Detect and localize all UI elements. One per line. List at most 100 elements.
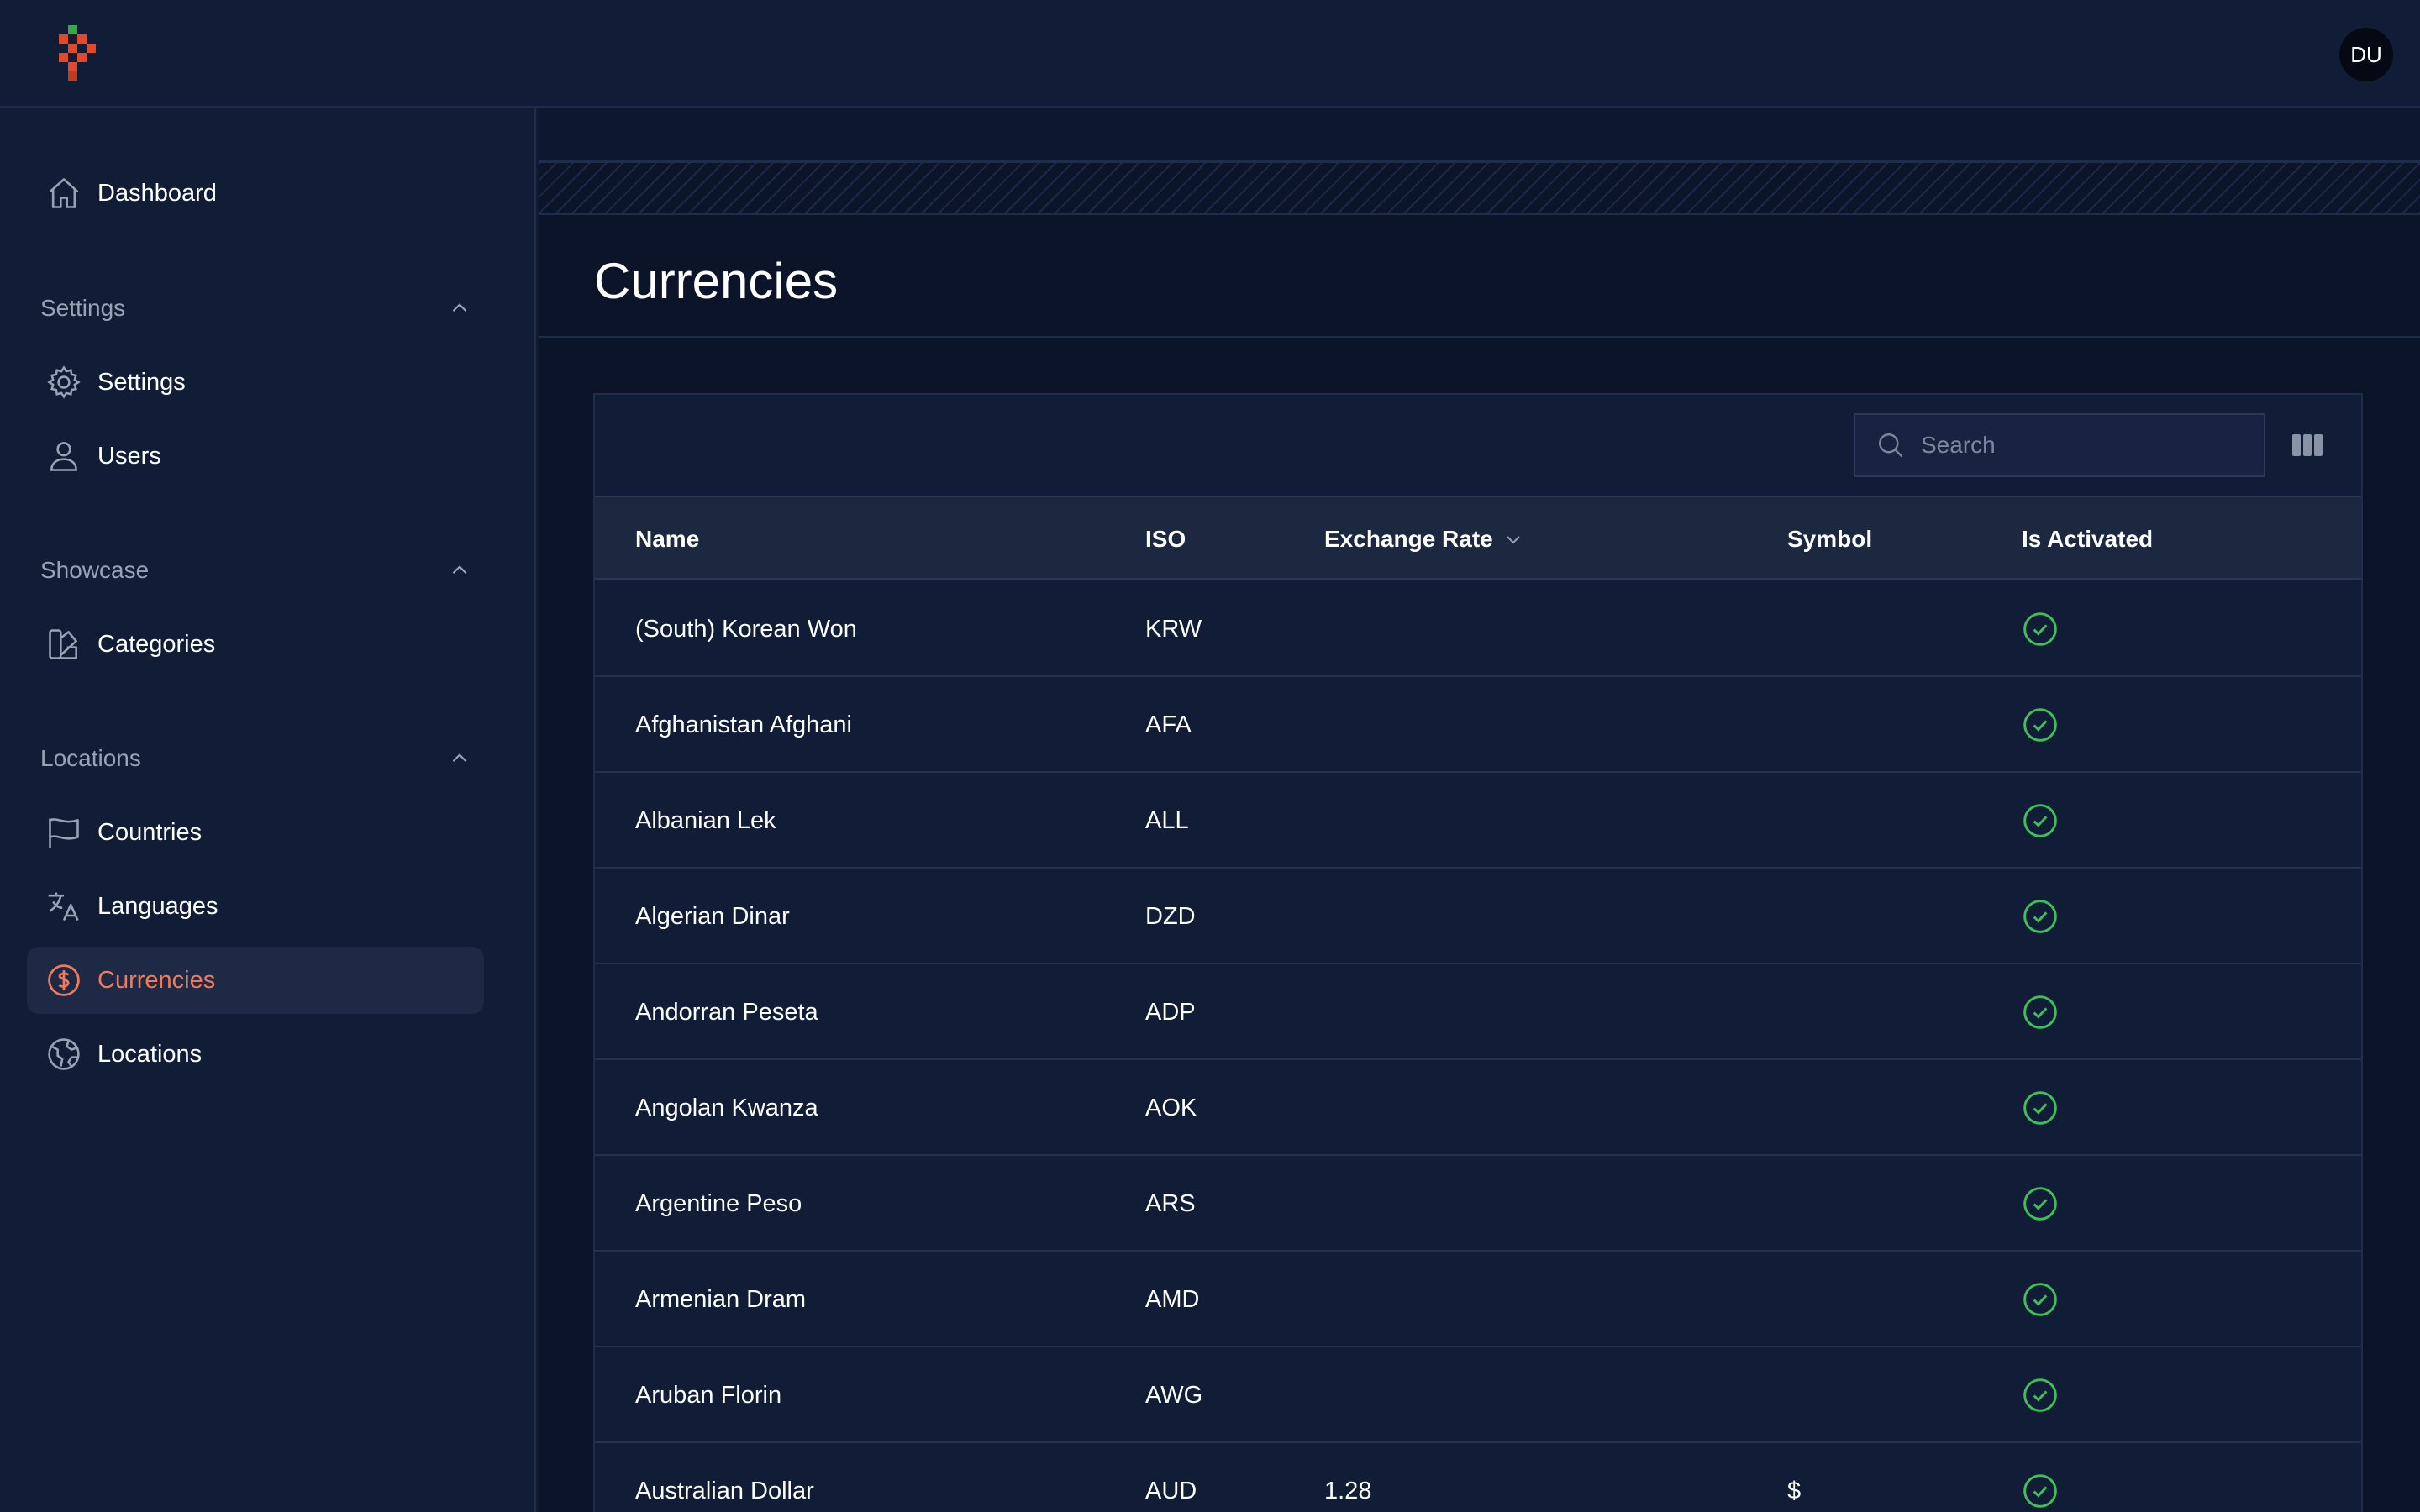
- column-header-label: Is Activated: [2022, 526, 2154, 552]
- cell-iso: ALL: [1145, 806, 1189, 834]
- table-row[interactable]: Argentine Peso ARS: [595, 1156, 2361, 1252]
- sidebar-item-label: Locations: [97, 1040, 203, 1068]
- cell-iso: ARS: [1145, 1189, 1196, 1217]
- table-row[interactable]: (South) Korean Won KRW: [595, 581, 2361, 677]
- sidebar: Dashboard Settings Settings Users Showca…: [0, 108, 536, 1512]
- chevron-up-icon: [452, 303, 467, 312]
- sidebar-item-label: Users: [97, 442, 161, 470]
- sidebar-group-label: Locations: [40, 745, 141, 771]
- sidebar-item-currencies[interactable]: Currencies: [27, 947, 484, 1014]
- column-header-label: Name: [635, 526, 700, 552]
- check-circle-icon: [2022, 1252, 2059, 1347]
- cell-iso: AOK: [1145, 1094, 1197, 1121]
- currencies-table-card: Name ISO Exchange Rate Symbol Is Activat…: [593, 393, 2363, 1512]
- cell-iso: AWG: [1145, 1381, 1203, 1409]
- sidebar-item-label: Currencies: [97, 966, 216, 994]
- table-row[interactable]: Algerian Dinar DZD: [595, 869, 2361, 964]
- page-title: Currencies: [594, 253, 839, 309]
- table-row[interactable]: Aruban Florin AWG: [595, 1347, 2361, 1443]
- cell-symbol: $: [1787, 1477, 1802, 1504]
- user-avatar[interactable]: DU: [2339, 28, 2393, 81]
- page-header: Currencies: [539, 215, 2420, 338]
- app-logo-icon[interactable]: [55, 25, 106, 84]
- cell-name: Argentine Peso: [635, 1189, 802, 1217]
- cell-name: Angolan Kwanza: [635, 1094, 818, 1121]
- column-header-symbol[interactable]: Symbol: [1787, 497, 1872, 581]
- cell-iso: KRW: [1145, 615, 1202, 643]
- column-header-label: Exchange Rate: [1324, 526, 1493, 552]
- cell-iso: AMD: [1145, 1285, 1200, 1313]
- cell-iso: ADP: [1145, 998, 1196, 1026]
- top-bar: DU: [0, 0, 2420, 108]
- sidebar-item-countries[interactable]: Countries: [27, 799, 484, 866]
- sidebar-item-label: Settings: [97, 368, 186, 396]
- column-header-name[interactable]: Name: [635, 497, 699, 581]
- column-header-iso[interactable]: ISO: [1145, 497, 1186, 581]
- flag-icon: [27, 814, 94, 851]
- cell-name: Andorran Peseta: [635, 998, 818, 1026]
- cell-name: (South) Korean Won: [635, 615, 857, 643]
- table-row[interactable]: Australian Dollar AUD 1.28 $: [595, 1443, 2361, 1512]
- table-row[interactable]: Armenian Dram AMD: [595, 1252, 2361, 1347]
- search-input[interactable]: [1921, 432, 2257, 459]
- sidebar-item-locations[interactable]: Locations: [27, 1021, 484, 1088]
- sidebar-group-label: Settings: [40, 295, 126, 321]
- chevron-up-icon: [452, 565, 467, 575]
- sidebar-item-label: Countries: [97, 818, 203, 846]
- check-circle-icon: [2022, 773, 2059, 869]
- user-icon: [27, 438, 94, 475]
- sidebar-item-label: Categories: [97, 630, 216, 658]
- check-circle-icon: [2022, 1443, 2059, 1512]
- cell-name: Australian Dollar: [635, 1477, 814, 1504]
- search-icon: [1879, 433, 1903, 458]
- chevron-down-icon: [1507, 536, 1520, 544]
- sidebar-item-label: Dashboard: [97, 179, 217, 207]
- check-circle-icon: [2022, 869, 2059, 964]
- cell-iso: AUD: [1145, 1477, 1197, 1504]
- check-circle-icon: [2022, 581, 2059, 677]
- cell-iso: AFA: [1145, 711, 1192, 738]
- sidebar-item-categories[interactable]: Categories: [27, 611, 484, 678]
- sidebar-group-locations[interactable]: Locations: [40, 738, 471, 780]
- sidebar-item-languages[interactable]: Languages: [27, 873, 484, 940]
- cell-name: Albanian Lek: [635, 806, 776, 834]
- main-top-bar: [539, 108, 2420, 161]
- check-circle-icon: [2022, 1156, 2059, 1252]
- cell-exchange-rate: 1.28: [1324, 1477, 1372, 1504]
- column-header-label: ISO: [1145, 526, 1186, 552]
- check-circle-icon: [2022, 1060, 2059, 1156]
- cell-name: Armenian Dram: [635, 1285, 807, 1313]
- sidebar-item-dashboard[interactable]: Dashboard: [27, 160, 484, 227]
- cell-name: Algerian Dinar: [635, 902, 790, 930]
- table-row[interactable]: Afghanistan Afghani AFA: [595, 677, 2361, 773]
- search-box[interactable]: [1854, 413, 2265, 477]
- chevron-up-icon: [452, 753, 467, 763]
- home-icon: [27, 175, 94, 212]
- sidebar-group-showcase[interactable]: Showcase: [40, 549, 471, 591]
- column-header-label: Symbol: [1787, 526, 1873, 552]
- decorative-stripe-band: [539, 161, 2420, 215]
- sidebar-item-users[interactable]: Users: [27, 423, 484, 490]
- sidebar-item-settings[interactable]: Settings: [27, 349, 484, 416]
- swatch-icon: [27, 626, 94, 663]
- gear-icon: [27, 364, 94, 401]
- column-header-exchange-rate[interactable]: Exchange Rate: [1324, 497, 1523, 581]
- check-circle-icon: [2022, 964, 2059, 1060]
- sidebar-group-settings[interactable]: Settings: [40, 287, 471, 329]
- sidebar-group-label: Showcase: [40, 557, 150, 583]
- columns-icon[interactable]: [2291, 432, 2324, 459]
- table-row[interactable]: Albanian Lek ALL: [595, 773, 2361, 869]
- table-header: Name ISO Exchange Rate Symbol Is Activat…: [595, 496, 2361, 581]
- currency-dollar-icon: [27, 962, 94, 999]
- table-row[interactable]: Angolan Kwanza AOK: [595, 1060, 2361, 1156]
- sidebar-item-label: Languages: [97, 892, 218, 920]
- cell-name: Aruban Florin: [635, 1381, 782, 1409]
- check-circle-icon: [2022, 1347, 2059, 1443]
- cell-iso: DZD: [1145, 902, 1196, 930]
- translate-icon: [27, 888, 94, 925]
- check-circle-icon: [2022, 677, 2059, 773]
- table-row[interactable]: Andorran Peseta ADP: [595, 964, 2361, 1060]
- cell-name: Afghanistan Afghani: [635, 711, 852, 738]
- globe-icon: [27, 1036, 94, 1073]
- column-header-is-activated[interactable]: Is Activated: [2022, 497, 2153, 581]
